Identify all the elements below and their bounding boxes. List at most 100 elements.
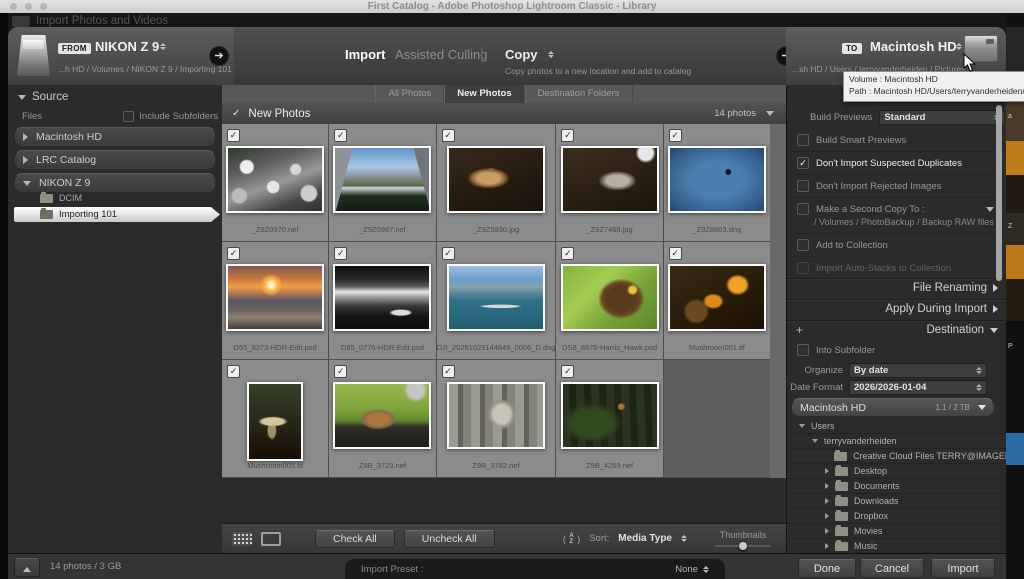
photo-cell-d85-0776-hdr-edit-psd[interactable]: ✓D85_0776-HDR-Edit.psd	[329, 242, 435, 359]
photo-checkbox[interactable]: ✓	[442, 129, 455, 142]
view-tab-all-photos[interactable]: All Photos	[375, 85, 444, 103]
add-destination-button[interactable]: +	[796, 323, 803, 337]
disclosure-triangle[interactable]	[825, 543, 829, 549]
photo-thumbnail[interactable]	[333, 146, 431, 213]
photo-thumbnail[interactable]	[447, 146, 545, 213]
tab-import[interactable]: Import	[345, 47, 385, 62]
photo-thumbnail[interactable]	[247, 382, 303, 461]
import-preset-bar[interactable]: Import Preset : None	[345, 559, 725, 579]
panel-expand-icon[interactable]	[993, 284, 998, 292]
panel-expand-icon[interactable]	[993, 305, 998, 313]
organize-dropdown[interactable]: By date	[849, 363, 987, 378]
photo-cell-d55-9373-hdr-edit-psd[interactable]: ✓D55_9373-HDR-Edit.psd	[222, 242, 328, 359]
photo-thumbnail[interactable]	[226, 146, 324, 213]
file-renaming-header[interactable]: File Renaming	[913, 282, 998, 294]
source-device-name[interactable]: NIKON Z 9	[95, 39, 159, 54]
photo-group-header[interactable]: ✓ New Photos 14 photos	[222, 103, 786, 125]
photo-thumbnail[interactable]	[226, 264, 324, 331]
group-checkbox[interactable]: ✓	[232, 108, 240, 119]
dest-folder-desktop[interactable]: Desktop	[787, 464, 1006, 479]
show-panel-button[interactable]	[14, 558, 40, 577]
checkbox[interactable]	[797, 239, 809, 251]
destination-volume-bar[interactable]: Macintosh HD 1.1 / 2 TB	[791, 398, 995, 417]
cancel-button[interactable]: Cancel	[860, 559, 924, 578]
dest-folder-dropbox[interactable]: Dropbox	[787, 509, 1006, 524]
checkbox[interactable]: ✓	[797, 157, 809, 169]
checkbox[interactable]	[797, 203, 809, 215]
photo-checkbox[interactable]: ✓	[561, 365, 574, 378]
copy-popup-icon[interactable]	[548, 51, 554, 58]
into-subfolder-row[interactable]: Into Subfolder	[797, 344, 875, 356]
photo-checkbox[interactable]: ✓	[561, 129, 574, 142]
tab-copy[interactable]: Copy	[505, 47, 538, 62]
option-build-smart-previews[interactable]: Build Smart Previews	[787, 129, 1006, 151]
photo-checkbox[interactable]: ✓	[669, 129, 682, 142]
disclosure-triangle[interactable]	[23, 133, 28, 141]
done-button[interactable]: Done	[798, 559, 856, 578]
option-import-auto-stacks-to-collection[interactable]: Import Auto-Stacks to Collection	[787, 256, 1006, 279]
uncheck-all-button[interactable]: Uncheck All	[404, 530, 495, 548]
dest-folder-downloads[interactable]: Downloads	[787, 494, 1006, 509]
source-device-section[interactable]: FROM NIKON Z 9 ...h HD / Volumes / NIKON…	[8, 27, 234, 85]
source-folder-dcim[interactable]: DCIM	[14, 191, 220, 205]
photo-thumbnail[interactable]	[333, 382, 431, 449]
view-tab-destination-folders[interactable]: Destination Folders	[525, 85, 633, 103]
photo-checkbox[interactable]: ✓	[227, 365, 240, 378]
disclosure-triangle[interactable]	[18, 95, 26, 100]
photo-checkbox[interactable]: ✓	[334, 247, 347, 260]
option-add-to-collection[interactable]: Add to Collection	[787, 233, 1006, 256]
photo-thumbnail[interactable]	[447, 382, 545, 449]
disclosure-triangle[interactable]	[23, 181, 31, 186]
disclosure-triangle[interactable]	[799, 424, 805, 428]
import-button[interactable]: Import	[931, 559, 995, 578]
photo-checkbox[interactable]: ✓	[561, 247, 574, 260]
dest-folder-movies[interactable]: Movies	[787, 524, 1006, 539]
photo-cell-mushroom001-tif[interactable]: ✓Mushroom001.tif	[664, 242, 770, 359]
into-subfolder-checkbox[interactable]	[797, 344, 809, 356]
sort-popup-icon[interactable]	[681, 535, 687, 542]
sort-direction-icon[interactable]: ( AZ )	[563, 533, 580, 545]
disclosure-triangle[interactable]	[825, 513, 829, 519]
source-folder-importing-101[interactable]: Importing 101	[14, 207, 220, 222]
photo-checkbox[interactable]: ✓	[442, 247, 455, 260]
disclosure-triangle[interactable]	[825, 528, 829, 534]
include-subfolders-checkbox[interactable]	[123, 111, 134, 122]
import-preset-value[interactable]: None	[675, 564, 709, 575]
checkbox[interactable]	[797, 180, 809, 192]
photo-cell-ds8-8676-harris-hawk-psd[interactable]: ✓DS8_8676-Harris_Hawk.psd	[556, 242, 662, 359]
view-tab-new-photos[interactable]: New Photos	[444, 85, 524, 103]
disclosure-triangle[interactable]	[23, 156, 28, 164]
option-make-a-second-copy-to[interactable]: Make a Second Copy To :	[787, 197, 1006, 220]
thumbnail-slider-handle[interactable]	[739, 542, 747, 550]
photo-thumbnail[interactable]	[561, 382, 659, 449]
photo-cell-z9z8803-dng[interactable]: ✓_Z9Z8803.dng	[664, 124, 770, 241]
dest-folder-documents[interactable]: Documents	[787, 479, 1006, 494]
grid-scroll-gutter[interactable]	[770, 124, 786, 478]
loupe-view-icon[interactable]	[261, 532, 281, 546]
photo-thumbnail[interactable]	[561, 146, 659, 213]
photo-cell-z9z5930-jpg[interactable]: ✓_Z9Z5930.jpg	[437, 124, 556, 241]
photo-cell-z9b-4269-nef[interactable]: ✓Z9B_4269.nef	[556, 360, 662, 477]
chevron-down-icon[interactable]	[986, 207, 994, 212]
photo-checkbox[interactable]: ✓	[334, 365, 347, 378]
photo-checkbox[interactable]: ✓	[669, 247, 682, 260]
photo-cell-mushroom005-tif[interactable]: ✓Mushroom005.tif	[222, 360, 328, 477]
option-don-t-import-rejected-images[interactable]: Don't Import Rejected Images	[787, 174, 1006, 197]
source-device-macintosh-hd[interactable]: Macintosh HD	[14, 127, 216, 147]
disclosure-triangle[interactable]	[812, 439, 818, 443]
photo-thumbnail[interactable]	[561, 264, 659, 331]
photo-thumbnail[interactable]	[447, 264, 545, 331]
photo-cell-z9b-3723-nef[interactable]: ✓Z9B_3723.nef	[329, 360, 435, 477]
apply-during-import-header[interactable]: Apply During Import	[885, 303, 998, 315]
thumbnail-slider[interactable]	[715, 545, 771, 547]
source-panel-header[interactable]: Source	[18, 91, 68, 103]
panel-scrollbar[interactable]	[996, 105, 1002, 281]
grid-view-icon[interactable]	[232, 532, 252, 546]
checkbox[interactable]	[797, 134, 809, 146]
check-all-button[interactable]: Check All	[315, 530, 395, 548]
build-previews-dropdown[interactable]: Standard	[879, 110, 1005, 125]
tab-assisted-culling[interactable]: Assisted Culling	[395, 47, 488, 62]
volume-collapse-icon[interactable]	[978, 405, 986, 410]
photo-thumbnail[interactable]	[333, 264, 431, 331]
dest-folder-music[interactable]: Music	[787, 539, 1006, 554]
